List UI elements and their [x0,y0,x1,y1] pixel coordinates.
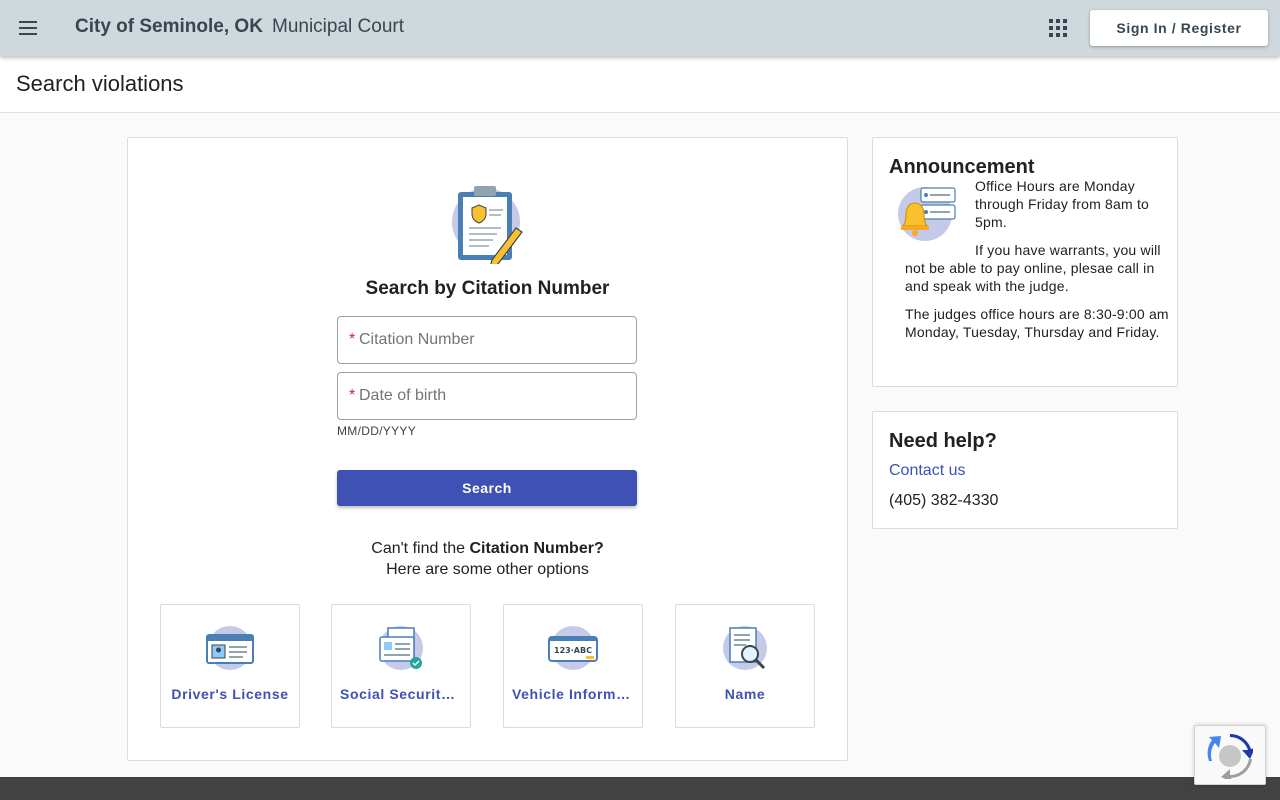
date-of-birth-field[interactable]: * [337,372,637,420]
required-marker: * [349,331,356,348]
brand-subtitle: Municipal Court [272,16,404,37]
alternative-options-text: Can't find the Citation Number? Here are… [128,538,847,580]
citation-number-field[interactable]: * [337,316,637,364]
option-drivers-license[interactable]: Driver's License [160,604,300,728]
menu-button[interactable] [12,12,44,44]
top-app-bar: City of Seminole, OK Municipal Court Sig… [0,0,1280,56]
option-label: Name [724,686,766,702]
menu-icon [19,21,37,35]
option-label: Driver's License [171,686,289,702]
apps-button[interactable] [1044,14,1072,42]
search-button[interactable]: Search [337,470,637,506]
option-social-security[interactable]: Social Security Number [331,604,471,728]
contact-us-link[interactable]: Contact us [889,462,965,480]
clipboard-citation-icon [452,186,523,264]
cant-find-prefix: Can't find the [371,540,466,557]
help-phone-number: (405) 382-4330 [889,492,999,509]
option-vehicle-information[interactable]: 123·ABC Vehicle Information [503,604,643,728]
required-marker: * [349,387,356,404]
page-footer [0,777,1280,800]
name-search-icon [723,626,767,670]
social-security-icon [379,626,423,670]
drivers-license-icon [206,626,254,670]
option-label: Vehicle Information [512,686,634,702]
announcement-judges-hours: The judges office hours are 8:30-9:00 am… [905,306,1169,340]
apps-grid-icon [1049,19,1067,37]
announcement-card: Announcement Office Hours are Monday thr… [872,137,1178,387]
search-card: Search by Citation Number * * MM/DD/YYYY… [127,137,848,761]
citation-number-input[interactable] [359,319,631,361]
brand-name: City of Seminole, OK [75,16,263,37]
page-title: Search violations [16,71,184,96]
announcement-title: Announcement [889,156,1035,178]
recaptcha-icon [1207,733,1253,779]
option-name[interactable]: Name [675,604,815,728]
search-heading: Search by Citation Number [365,278,610,299]
page-header: Search violations [0,56,1280,113]
vehicle-plate-icon: 123·ABC [548,626,598,670]
option-label: Social Security Number [340,686,462,702]
announcement-warrants: If you have warrants, you will not be ab… [905,242,1161,294]
recaptcha-badge[interactable] [1194,725,1266,785]
date-of-birth-input[interactable] [359,375,631,417]
help-card: Need help? Contact us (405) 382-4330 [872,411,1178,529]
announcement-office-hours: Office Hours are Monday through Friday f… [975,178,1150,230]
sign-in-register-button[interactable]: Sign In / Register [1090,10,1268,46]
help-title: Need help? [889,430,997,452]
bell-icon [898,187,956,241]
dob-format-hint: MM/DD/YYYY [337,424,417,438]
cant-find-bold: Citation Number? [469,540,604,557]
cant-find-line2: Here are some other options [386,561,589,578]
svg-text:123·ABC: 123·ABC [554,646,592,655]
